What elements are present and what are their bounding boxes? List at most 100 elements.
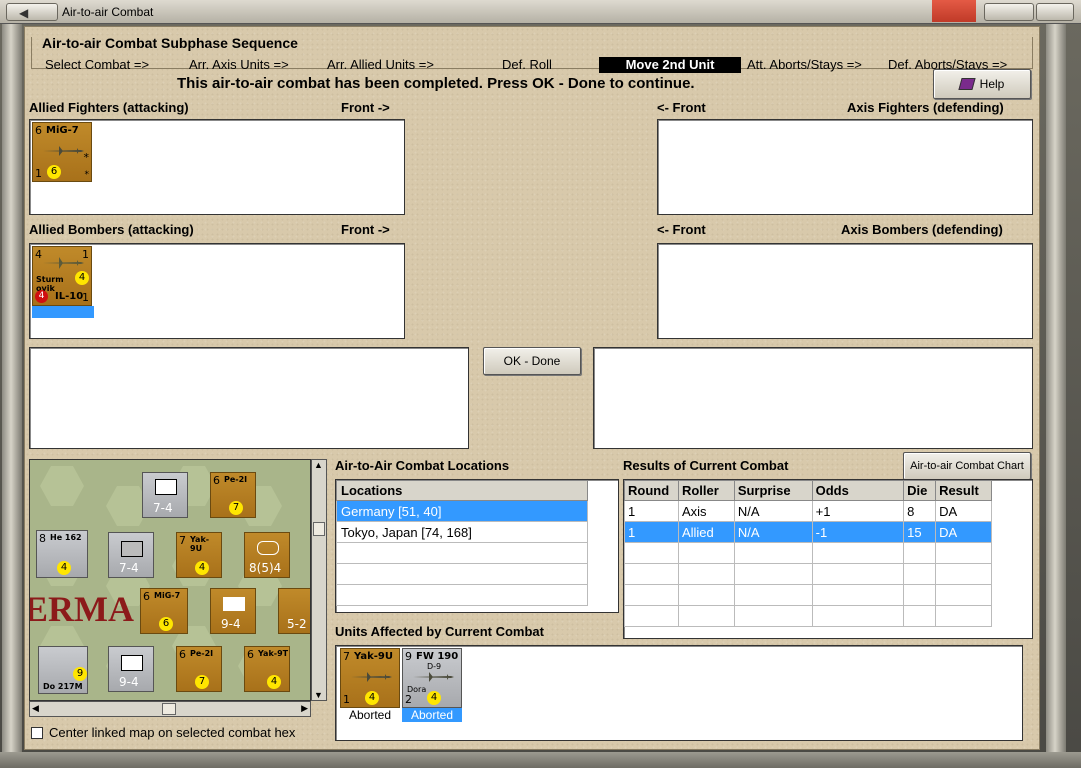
result-cell: +1 bbox=[811, 500, 905, 522]
aircraft-icon bbox=[43, 146, 84, 156]
maximize-button[interactable] bbox=[1036, 3, 1074, 21]
unit-counter-il10[interactable]: 4 1 Sturm ovik 4 4 IL-10 1 bbox=[32, 246, 92, 306]
map-counter[interactable]: 8 He 162 4 bbox=[36, 530, 88, 578]
counter-name: 5-2 bbox=[287, 617, 307, 631]
allied-fighters-box[interactable]: 6 MiG-7 1 6 * * bbox=[29, 119, 405, 215]
map-counter[interactable]: 6 MiG-7 6 bbox=[140, 588, 188, 634]
results-table: Round Roller Surprise Odds Die Result 1 … bbox=[624, 480, 992, 627]
result-cell: Allied bbox=[677, 521, 735, 543]
counter-value: 6 bbox=[179, 648, 186, 661]
col-result: Result bbox=[935, 480, 992, 501]
col-die: Die bbox=[903, 480, 937, 501]
counter-name: 9-4 bbox=[221, 617, 241, 631]
counter-value: 9 bbox=[73, 667, 87, 681]
scroll-left-icon[interactable]: ◀ bbox=[32, 703, 39, 714]
counter-name: MiG-7 bbox=[154, 591, 181, 600]
map-hscroll-thumb[interactable] bbox=[162, 703, 176, 715]
result-cell: Axis bbox=[677, 500, 735, 522]
combat-chart-button[interactable]: Air-to-air Combat Chart bbox=[903, 452, 1031, 480]
infantry-icon bbox=[155, 479, 177, 495]
status-message: This air-to-air combat has been complete… bbox=[177, 75, 695, 92]
counter-name: He 162 bbox=[50, 533, 82, 542]
unit-counter-mig7[interactable]: 6 MiG-7 1 6 * * bbox=[32, 122, 92, 182]
center-map-checkbox[interactable] bbox=[31, 727, 43, 739]
result-cell: N/A bbox=[733, 521, 813, 543]
map-counter[interactable]: 8(5)4 bbox=[244, 532, 290, 578]
counter-name: 7-4 bbox=[153, 501, 173, 515]
result-row bbox=[624, 542, 992, 564]
map-vertical-scrollbar[interactable]: ▲ ▼ bbox=[311, 459, 327, 701]
main-panel: Air-to-air Combat Subphase Sequence Sele… bbox=[24, 26, 1040, 750]
map-counter[interactable]: 6 Pe-2I 7 bbox=[210, 472, 256, 518]
allied-fighters-front: Front -> bbox=[341, 100, 390, 115]
selection-highlight bbox=[32, 306, 94, 318]
left-frame-pillar bbox=[2, 24, 22, 764]
help-label: Help bbox=[979, 77, 1005, 91]
counter-value: 7 bbox=[343, 650, 350, 663]
unit-counter-yak9u[interactable]: 7 Yak-9U 1 4 bbox=[340, 648, 400, 708]
help-button[interactable]: Help bbox=[933, 69, 1031, 99]
allied-bombers-label: Allied Bombers (attacking) bbox=[29, 222, 194, 237]
map-region-label: ERMA bbox=[29, 589, 134, 629]
allied-reserve-box[interactable] bbox=[29, 347, 469, 449]
axis-bombers-box[interactable] bbox=[657, 243, 1033, 339]
map-counter[interactable]: 6 Yak-9T 4 bbox=[244, 646, 290, 692]
axis-reserve-box[interactable] bbox=[593, 347, 1033, 449]
result-cell: N/A bbox=[733, 500, 813, 522]
counter-value: 4 bbox=[365, 691, 379, 705]
minimize-button[interactable] bbox=[984, 3, 1034, 21]
unit-counter-fw190[interactable]: 9 FW 190 D-9 Dora 2 4 bbox=[402, 648, 462, 708]
system-menu-button[interactable]: ◀ bbox=[6, 3, 58, 21]
counter-name: Yak-9U bbox=[354, 651, 393, 662]
map-counter[interactable]: 9 Do 217M bbox=[38, 646, 88, 694]
counter-value: 4 bbox=[427, 691, 441, 705]
affected-units-box[interactable]: 7 Yak-9U 1 4 Aborted 9 FW 190 D-9 Dora 2… bbox=[335, 645, 1023, 741]
center-map-option[interactable]: Center linked map on selected combat hex bbox=[31, 725, 295, 740]
step-arr-allied: Arr. Allied Units => bbox=[327, 57, 434, 72]
map-counter[interactable]: 6 Pe-2I 7 bbox=[176, 646, 222, 692]
result-cell: 8 bbox=[903, 500, 937, 522]
scroll-right-icon[interactable]: ▶ bbox=[301, 703, 308, 714]
ok-done-button[interactable]: OK - Done bbox=[483, 347, 581, 375]
counter-value: 4 bbox=[57, 561, 71, 575]
map-counter[interactable]: 7-4 bbox=[108, 532, 154, 578]
allied-bombers-box[interactable]: 4 1 Sturm ovik 4 4 IL-10 1 bbox=[29, 243, 405, 339]
allied-bombers-front: Front -> bbox=[341, 222, 390, 237]
map-counter[interactable]: 5-2 bbox=[278, 588, 310, 634]
window-title: Air-to-air Combat bbox=[62, 5, 154, 19]
scroll-up-icon[interactable]: ▲ bbox=[314, 460, 323, 470]
map-hex bbox=[40, 466, 84, 506]
axis-fighters-box[interactable] bbox=[657, 119, 1033, 215]
subphase-sequence: Air-to-air Combat Subphase Sequence Sele… bbox=[31, 35, 1033, 73]
affected-title: Units Affected by Current Combat bbox=[335, 624, 544, 639]
hq-icon bbox=[257, 541, 279, 555]
result-row bbox=[624, 563, 992, 585]
counter-value: 1 bbox=[82, 291, 89, 304]
counter-value: 7 bbox=[195, 675, 209, 689]
counter-name: MiG-7 bbox=[46, 125, 79, 136]
counter-value: 6 bbox=[213, 474, 220, 487]
scroll-down-icon[interactable]: ▼ bbox=[314, 690, 323, 700]
map-counter[interactable]: 7-4 bbox=[142, 472, 188, 518]
infantry-icon bbox=[121, 655, 143, 671]
result-row[interactable]: 1 Allied N/A -1 15 DA bbox=[624, 521, 992, 543]
counter-mark: * bbox=[84, 170, 90, 180]
location-row[interactable]: Germany [51, 40] bbox=[336, 500, 588, 522]
counter-value: 4 bbox=[75, 271, 89, 285]
aircraft-icon bbox=[43, 257, 84, 269]
map-counter[interactable]: 9-4 bbox=[210, 588, 256, 634]
location-row[interactable]: Tokyo, Japan [74, 168] bbox=[336, 521, 588, 543]
close-button[interactable] bbox=[932, 0, 976, 22]
locations-list[interactable]: Locations Germany [51, 40] Tokyo, Japan … bbox=[335, 479, 619, 613]
map-horizontal-scrollbar[interactable]: ◀ ▶ bbox=[29, 701, 311, 717]
counter-name: 7-4 bbox=[119, 561, 139, 575]
linked-map[interactable]: ERMA 6 Pe-2I 7 7-4 8 He 162 4 7-4 7 Yak-… bbox=[29, 459, 311, 701]
counter-value: 6 bbox=[159, 617, 173, 631]
counter-value: 6 bbox=[35, 124, 42, 137]
map-counter[interactable]: 7 Yak-9U 4 bbox=[176, 532, 222, 578]
map-vscroll-thumb[interactable] bbox=[313, 522, 325, 536]
results-panel[interactable]: Round Roller Surprise Odds Die Result 1 … bbox=[623, 479, 1033, 639]
map-counter[interactable]: 9-4 bbox=[108, 646, 154, 692]
result-row[interactable]: 1 Axis N/A +1 8 DA bbox=[624, 500, 992, 522]
result-cell: DA bbox=[935, 521, 992, 543]
